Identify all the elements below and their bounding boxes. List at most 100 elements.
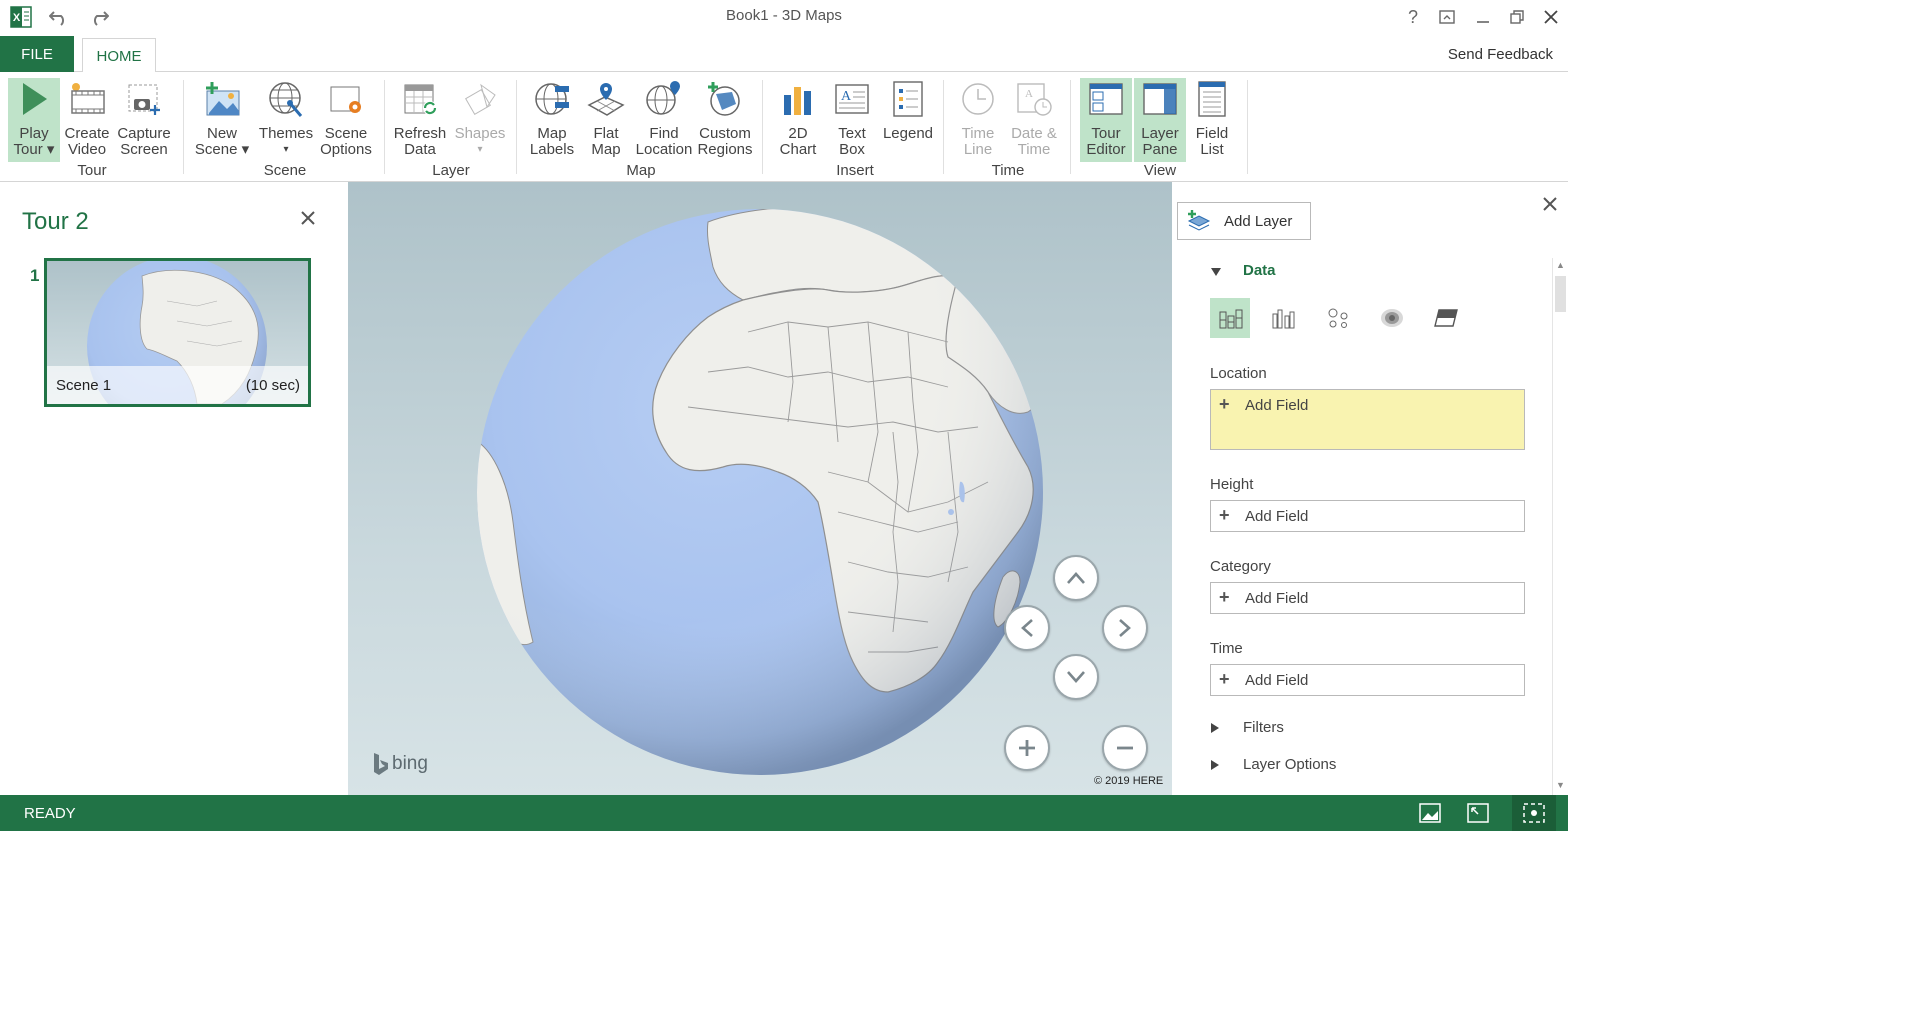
scrollbar-thumb[interactable] [1555,276,1566,312]
ribbon-tabs: FILE HOME Send Feedback [0,36,1568,73]
location-field-box[interactable]: + Add Field [1210,389,1525,450]
send-feedback-link[interactable]: Send Feedback [1448,46,1553,63]
scroll-up-icon[interactable]: ▲ [1556,260,1565,270]
filters-section[interactable]: Filters [1243,719,1284,736]
minimize-icon[interactable] [1468,4,1498,30]
date-time-icon: A [1014,78,1054,120]
category-add-field[interactable]: Add Field [1245,590,1308,607]
tilt-down-button[interactable] [1053,654,1099,700]
layer-options-section[interactable]: Layer Options [1243,756,1336,773]
bing-logo-icon [374,753,388,775]
layer-pane-icon [1140,78,1180,120]
group-label-map: Map [626,162,656,179]
bing-logo: bing [372,752,428,776]
help-icon[interactable]: ? [1398,4,1428,30]
group-label-view: View [1143,162,1177,179]
add-layer-button[interactable]: Add Layer [1177,202,1311,240]
tab-file[interactable]: FILE [0,36,74,72]
capture-screen-button[interactable]: Capture Screen [114,78,174,162]
heat-map-icon [1381,309,1403,327]
tour-editor-button[interactable]: Tour Editor [1080,78,1132,162]
data-section-header[interactable]: Data [1243,262,1276,279]
group-label-insert: Insert [836,162,874,179]
zoom-in-button[interactable] [1004,725,1050,771]
location-add-field[interactable]: Add Field [1245,397,1308,414]
rotate-right-button[interactable] [1102,605,1148,651]
chevron-up-icon [1067,572,1085,584]
shapes-icon [460,78,500,120]
location-label: Location [1210,365,1267,382]
time-add-field[interactable]: Add Field [1245,672,1308,689]
rotate-left-button[interactable] [1004,605,1050,651]
close-icon[interactable] [1536,4,1566,30]
new-scene-button[interactable]: New Scene ▾ [194,78,250,162]
layer-pane-button[interactable]: Layer Pane [1134,78,1186,162]
heat-map-viz-button[interactable] [1372,298,1412,338]
globe [477,209,1043,775]
height-add-field[interactable]: Add Field [1245,508,1308,525]
group-label-time: Time [991,162,1025,179]
ribbon-separator [1247,80,1248,174]
ribbon: Play Tour ▾ Create Video Capture Screen … [0,72,1568,182]
layer-pane-scrollbar[interactable]: ▲ ▼ [1552,258,1568,795]
text-box-button[interactable]: A Text Box [828,78,876,162]
close-tour-pane-icon[interactable] [300,210,320,230]
legend-icon [888,78,928,120]
scroll-down-icon[interactable]: ▼ [1556,780,1565,790]
clustered-column-viz-button[interactable] [1264,298,1304,338]
stacked-column-viz-button[interactable] [1210,298,1250,338]
refresh-data-button[interactable]: Refresh Data [392,78,448,162]
filters-expand-icon[interactable] [1210,721,1220,739]
height-field-box[interactable]: + Add Field [1210,500,1525,532]
find-location-button[interactable]: Find Location [634,78,694,162]
layer-options-expand-icon[interactable] [1210,758,1220,776]
zoom-out-button[interactable] [1102,725,1148,771]
flat-map-button[interactable]: Flat Map [582,78,630,162]
chevron-left-icon [1021,619,1033,637]
ribbon-separator [943,80,944,174]
stacked-column-icon [1219,309,1243,329]
custom-regions-button[interactable]: Custom Regions [696,78,754,162]
layer-pane: Add Layer Data Location + Add Field Heig… [1172,182,1568,795]
svg-text:A: A [1025,88,1033,100]
date-time-button[interactable]: A Date & Time [1006,78,1062,162]
play-icon [14,78,54,120]
ribbon-display-icon[interactable] [1432,4,1462,30]
time-line-button[interactable]: Time Line [952,78,1004,162]
custom-regions-icon [705,78,745,120]
screenshot-view-icon[interactable] [1418,802,1444,824]
zoom-to-selection-icon[interactable] [1466,802,1492,824]
flat-map-icon [586,78,626,120]
scene-options-button[interactable]: Scene Options [318,78,374,162]
close-layer-pane-icon[interactable] [1542,196,1562,216]
tilt-up-button[interactable] [1053,555,1099,601]
map-labels-button[interactable]: Map Labels [526,78,578,162]
themes-button[interactable]: Themes ▾ [256,78,316,162]
fit-map-button[interactable] [1512,795,1556,831]
ribbon-separator [762,80,763,174]
region-viz-button[interactable] [1426,298,1466,338]
category-label: Category [1210,558,1271,575]
scene-thumbnail[interactable]: Scene 1 (10 sec) [44,258,311,407]
legend-button[interactable]: Legend [880,78,936,162]
themes-globe-icon [266,78,306,120]
restore-icon[interactable] [1502,4,1532,30]
add-layer-icon [1187,210,1211,231]
create-video-button[interactable]: Create Video [62,78,112,162]
ribbon-separator [1070,80,1071,174]
map-canvas[interactable]: bing © 2019 HERE [348,182,1172,795]
field-list-button[interactable]: Field List [1188,78,1236,162]
play-tour-button[interactable]: Play Tour ▾ [8,78,60,162]
bubble-viz-button[interactable] [1318,298,1358,338]
tab-home[interactable]: HOME [82,38,156,73]
group-label-tour: Tour [77,162,107,179]
plus-icon [1019,740,1035,756]
time-field-box[interactable]: + Add Field [1210,664,1525,696]
tour-title[interactable]: Tour 2 [22,208,89,236]
refresh-data-icon [400,78,440,120]
2d-chart-button[interactable]: 2D Chart [774,78,822,162]
status-bar: READY [0,795,1568,831]
data-expand-icon[interactable] [1210,264,1222,282]
shapes-button[interactable]: Shapes ▾ [452,78,508,162]
category-field-box[interactable]: + Add Field [1210,582,1525,614]
